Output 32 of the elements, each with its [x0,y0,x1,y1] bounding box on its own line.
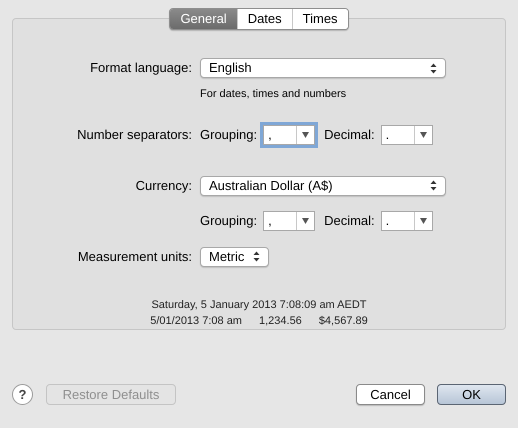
field-label: Measurement units: [76,248,193,266]
popup-menu[interactable]: Australian Dollar (A$) [200,176,446,196]
dropdown-arrow-icon [420,132,427,138]
tab[interactable]: Times [292,9,348,29]
sample-value: 1,234.56 [258,314,302,329]
field-label: Currency: [134,176,193,195]
popup-menu[interactable]: English [200,58,446,78]
stepper-icon [430,180,437,191]
field-label: Format language: [89,59,193,78]
decimal-label: Decimal: [324,212,375,230]
sample-date-text: Saturday, 5 January 2013 7:08:09 am AEDT [151,298,367,312]
dropdown-arrow-icon [420,218,427,224]
ok-button[interactable]: OK [437,384,506,405]
field-label: Number separators: [76,126,193,144]
tab[interactable]: General [170,9,237,29]
hint-text: For dates, times and numbers [200,87,348,102]
sample-value: $4,567.89 [318,314,368,329]
combo-box[interactable]: , [263,210,316,230]
grouping-label: Grouping: [200,212,258,230]
decimal-label: Decimal: [324,126,375,144]
dropdown-arrow-icon [302,132,310,138]
stepper-icon [430,62,437,74]
popup-menu[interactable]: Metric [200,246,269,266]
dropdown-arrow-icon [302,218,310,224]
help-button[interactable]: ? [12,384,33,405]
stepper-icon [253,251,260,262]
combo-box[interactable]: . [380,210,433,230]
grouping-label: Grouping: [200,126,258,144]
combo-box[interactable]: . [380,124,433,144]
sample-value: 5/01/2013 7:08 am [150,314,242,329]
cancel-button[interactable]: Cancel [356,384,425,405]
tab[interactable]: Dates [236,9,292,29]
